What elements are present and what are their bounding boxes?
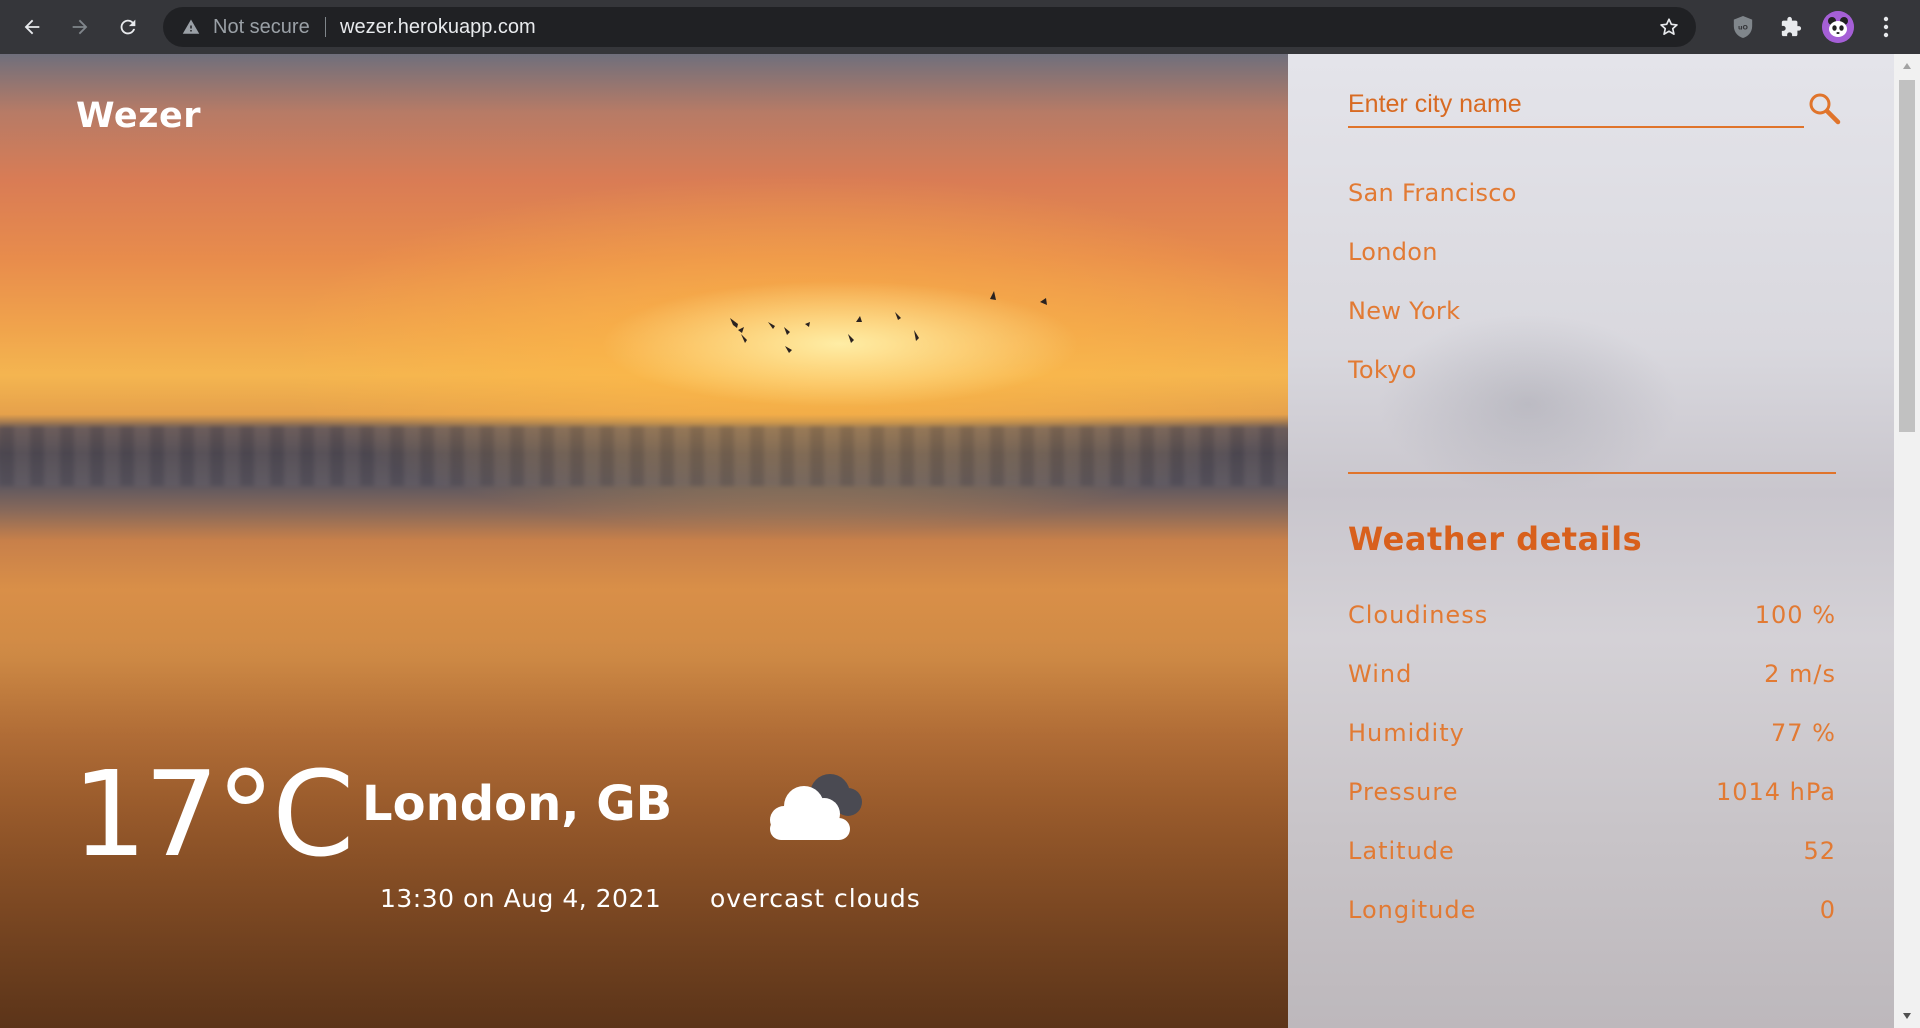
city-item-tokyo[interactable]: Tokyo xyxy=(1348,355,1517,414)
weather-condition: overcast clouds xyxy=(710,884,921,913)
address-separator xyxy=(325,17,326,37)
scroll-up-button[interactable] xyxy=(1894,54,1920,78)
brand-logo[interactable]: Wezer xyxy=(76,96,201,136)
scroll-down-button[interactable] xyxy=(1894,1004,1920,1028)
detail-row-latitude: Latitude 52 xyxy=(1348,836,1836,895)
city-search-input[interactable] xyxy=(1348,82,1804,128)
svg-text:uO: uO xyxy=(1738,24,1749,32)
detail-label: Humidity xyxy=(1348,719,1465,747)
caret-up-icon xyxy=(1903,63,1911,69)
detail-value: 77 % xyxy=(1771,719,1836,747)
search-button[interactable] xyxy=(1804,88,1844,128)
forward-arrow-icon xyxy=(72,19,88,35)
detail-row-pressure: Pressure 1014 hPa xyxy=(1348,777,1836,836)
sidebar-divider xyxy=(1348,472,1836,474)
ublock-extension-button[interactable]: uO xyxy=(1727,11,1759,43)
page: Wezer 17°C London, GB 13:30 on Aug 4, 20… xyxy=(0,54,1920,1028)
warning-icon[interactable] xyxy=(180,16,202,38)
detail-value: 0 xyxy=(1819,896,1836,924)
hero-background: Wezer 17°C London, GB 13:30 on Aug 4, 20… xyxy=(0,54,1288,1028)
city-item-london[interactable]: London xyxy=(1348,237,1517,296)
city-list: San Francisco London New York Tokyo xyxy=(1348,178,1517,414)
browser-menu-button[interactable] xyxy=(1870,11,1902,43)
city-item-san-francisco[interactable]: San Francisco xyxy=(1348,178,1517,237)
current-temperature: 17°C xyxy=(72,745,355,883)
detail-value: 2 m/s xyxy=(1764,660,1836,688)
weather-details-title: Weather details xyxy=(1348,520,1643,558)
menu-dots-icon xyxy=(1883,16,1889,38)
detail-row-wind: Wind 2 m/s xyxy=(1348,659,1836,718)
vertical-scrollbar[interactable] xyxy=(1894,54,1920,1028)
panda-avatar-icon xyxy=(1822,11,1854,43)
scrollbar-thumb[interactable] xyxy=(1899,80,1915,432)
detail-label: Cloudiness xyxy=(1348,601,1489,629)
browser-toolbar: Not secure wezer.herokuapp.com uO xyxy=(0,0,1920,54)
bookmark-star-button[interactable] xyxy=(1656,14,1682,40)
ublock-icon: uO xyxy=(1733,16,1753,38)
security-status[interactable]: Not secure xyxy=(213,16,310,38)
detail-row-longitude: Longitude 0 xyxy=(1348,895,1836,954)
reload-button[interactable] xyxy=(109,8,147,46)
extensions-button[interactable] xyxy=(1775,11,1807,43)
detail-value: 1014 hPa xyxy=(1715,778,1836,806)
detail-row-humidity: Humidity 77 % xyxy=(1348,718,1836,777)
detail-label: Wind xyxy=(1348,660,1413,688)
detail-value: 52 xyxy=(1803,837,1836,865)
sidebar-panel: San Francisco London New York Tokyo Weat… xyxy=(1288,54,1894,1028)
cloud-icon xyxy=(770,774,862,840)
detail-label: Pressure xyxy=(1348,778,1459,806)
address-bar[interactable]: Not secure wezer.herokuapp.com xyxy=(163,7,1696,47)
reload-icon xyxy=(120,19,136,35)
detail-label: Latitude xyxy=(1348,837,1455,865)
puzzle-icon xyxy=(1781,16,1802,37)
detail-value: 100 % xyxy=(1754,601,1836,629)
city-item-new-york[interactable]: New York xyxy=(1348,296,1517,355)
current-location: London, GB xyxy=(362,776,673,832)
profile-avatar[interactable] xyxy=(1822,11,1854,43)
caret-down-icon xyxy=(1903,1013,1911,1019)
detail-label: Longitude xyxy=(1348,896,1477,924)
detail-row-cloudiness: Cloudiness 100 % xyxy=(1348,600,1836,659)
weather-details-list: Cloudiness 100 % Wind 2 m/s Humidity 77 … xyxy=(1348,600,1836,954)
back-arrow-icon xyxy=(24,19,40,35)
url-text[interactable]: wezer.herokuapp.com xyxy=(340,16,536,38)
forward-button[interactable] xyxy=(61,8,99,46)
back-button[interactable] xyxy=(13,8,51,46)
star-icon xyxy=(1660,18,1678,35)
search-icon xyxy=(1809,93,1841,125)
current-datetime: 13:30 on Aug 4, 2021 xyxy=(380,884,662,913)
